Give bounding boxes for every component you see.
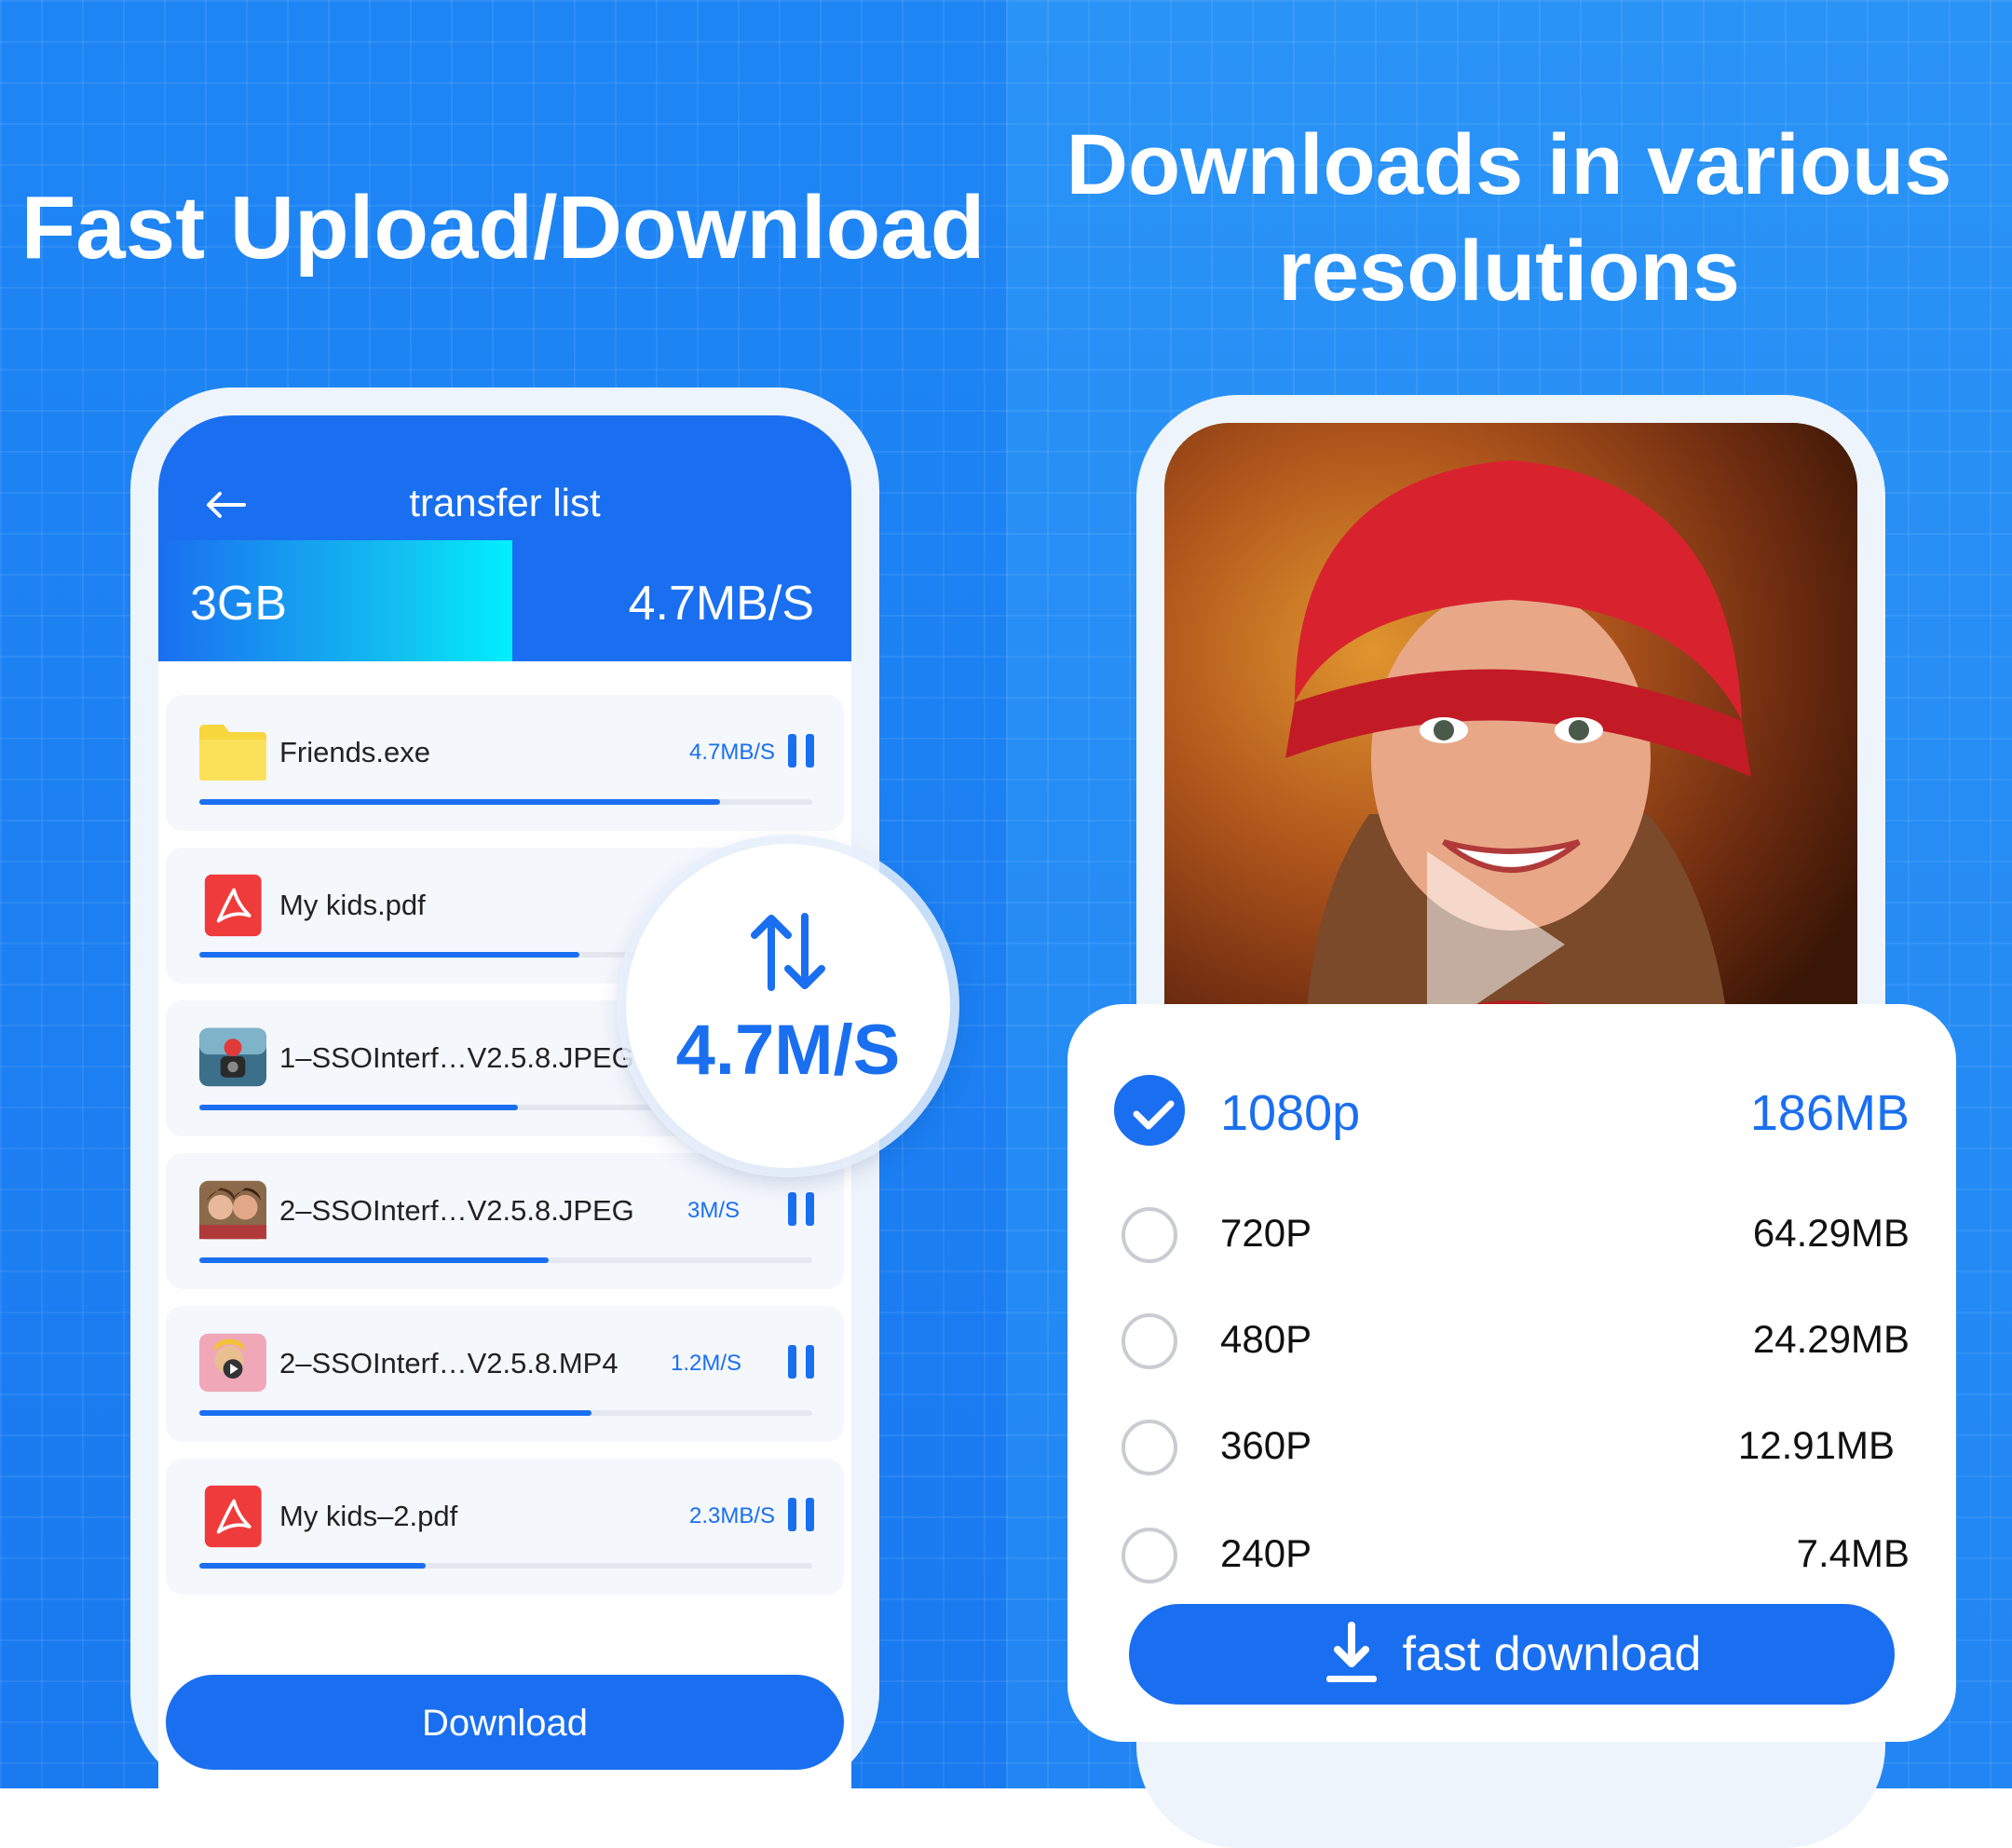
fast-download-label: fast download [1402, 1627, 1702, 1681]
download-icon [1325, 1622, 1377, 1682]
left-panel: Fast Upload/Download transfer list 3GB 4… [0, 0, 1006, 1788]
file-row[interactable]: 2–SSOInterf…V2.5.8.JPEG 3M/S [166, 1153, 844, 1289]
progress-track [199, 799, 812, 805]
right-headline-line2: resolutions [1278, 224, 1740, 319]
speed-badge: 4.7M/S [626, 844, 950, 1168]
pdf-icon [204, 874, 262, 937]
resolution-option-720p[interactable]: 720P 64.29MB [1067, 1189, 1956, 1282]
total-speed: 4.7MB/S [628, 577, 814, 631]
resolution-option-1080p[interactable]: 1080p 186MB [1067, 1064, 1956, 1157]
file-speed: 1.2M/S [671, 1351, 742, 1376]
woman-photo [1164, 423, 1857, 1075]
total-size: 3GB [190, 577, 288, 631]
right-headline-line1: Downloads in various [1066, 117, 1952, 212]
file-name: Friends.exe [279, 736, 430, 768]
progress-track [199, 1410, 812, 1416]
resolution-option-480p[interactable]: 480P 24.29MB [1067, 1295, 1956, 1388]
resolution-label: 720P [1220, 1211, 1312, 1255]
checked-circle-icon[interactable] [1114, 1075, 1185, 1146]
pdf-icon [204, 1485, 262, 1548]
video-preview[interactable] [1164, 423, 1857, 1075]
file-name: 2–SSOInterf…V2.5.8.MP4 [279, 1347, 619, 1379]
resolution-size: 186MB [1749, 1085, 1910, 1141]
resolution-label: 240P [1220, 1531, 1312, 1575]
resolution-label: 1080p [1220, 1085, 1361, 1141]
folder-icon [199, 725, 266, 781]
progress-fill [199, 1257, 550, 1263]
photo-thumbnail [199, 1180, 266, 1240]
video-thumbnail [199, 1333, 266, 1393]
radio-circle-icon[interactable] [1122, 1420, 1177, 1475]
file-row[interactable]: My kids–2.pdf 2.3MB/S [166, 1459, 844, 1595]
file-row[interactable]: 2–SSOInterf…V2.5.8.MP4 1.2M/S [166, 1306, 844, 1442]
file-speed: 3M/S [687, 1198, 741, 1223]
resolution-card: 1080p 186MB 720P 64.29MB 480P 24.29MB 36… [1067, 1004, 1956, 1742]
progress-fill [199, 1105, 519, 1110]
file-row[interactable]: Friends.exe 4.7MB/S [166, 695, 844, 831]
resolution-size: 12.91MB [1737, 1423, 1895, 1467]
resolution-option-360p[interactable]: 360P 12.91MB [1067, 1401, 1956, 1494]
file-speed: 4.7MB/S [689, 740, 776, 765]
pause-icon[interactable] [788, 1192, 814, 1226]
right-headline: Downloads in various resolutions [1006, 112, 2012, 324]
file-name: My kids.pdf [279, 889, 426, 921]
resolution-size: 64.29MB [1752, 1211, 1910, 1255]
pause-icon[interactable] [788, 1498, 814, 1531]
resolution-label: 480P [1220, 1317, 1312, 1361]
resolution-option-240p[interactable]: 240P 7.4MB [1067, 1509, 1956, 1602]
file-name: My kids–2.pdf [279, 1500, 458, 1532]
progress-fill [199, 799, 721, 805]
progress-fill [199, 1410, 592, 1416]
radio-circle-icon[interactable] [1122, 1313, 1177, 1369]
file-speed: 2.3MB/S [689, 1503, 776, 1529]
pause-icon[interactable] [788, 734, 814, 768]
total-stats-bar: 3GB 4.7MB/S [158, 540, 851, 661]
fast-download-button[interactable]: fast download [1129, 1604, 1895, 1705]
badge-speed: 4.7M/S [675, 1011, 901, 1090]
upload-download-arrows-icon [751, 913, 825, 991]
file-name: 2–SSOInterf…V2.5.8.JPEG [279, 1194, 634, 1227]
radio-circle-icon[interactable] [1122, 1528, 1177, 1583]
app-title: transfer list [409, 481, 601, 524]
resolution-label: 360P [1220, 1423, 1312, 1467]
left-headline: Fast Upload/Download [20, 178, 986, 278]
pause-icon[interactable] [788, 1345, 814, 1379]
resolution-size: 7.4MB [1796, 1531, 1910, 1575]
resolution-size: 24.29MB [1752, 1317, 1910, 1361]
download-button[interactable]: Download [166, 1675, 844, 1770]
progress-fill [199, 952, 579, 958]
app-header: transfer list 3GB 4.7MB/S [158, 415, 851, 661]
progress-track [199, 1563, 812, 1569]
progress-track [199, 1257, 812, 1263]
photo-thumbnail [199, 1027, 266, 1087]
progress-fill [199, 1563, 427, 1569]
file-name: 1–SSOInterf…V2.5.8.JPEG [279, 1041, 634, 1074]
radio-circle-icon[interactable] [1122, 1207, 1177, 1263]
